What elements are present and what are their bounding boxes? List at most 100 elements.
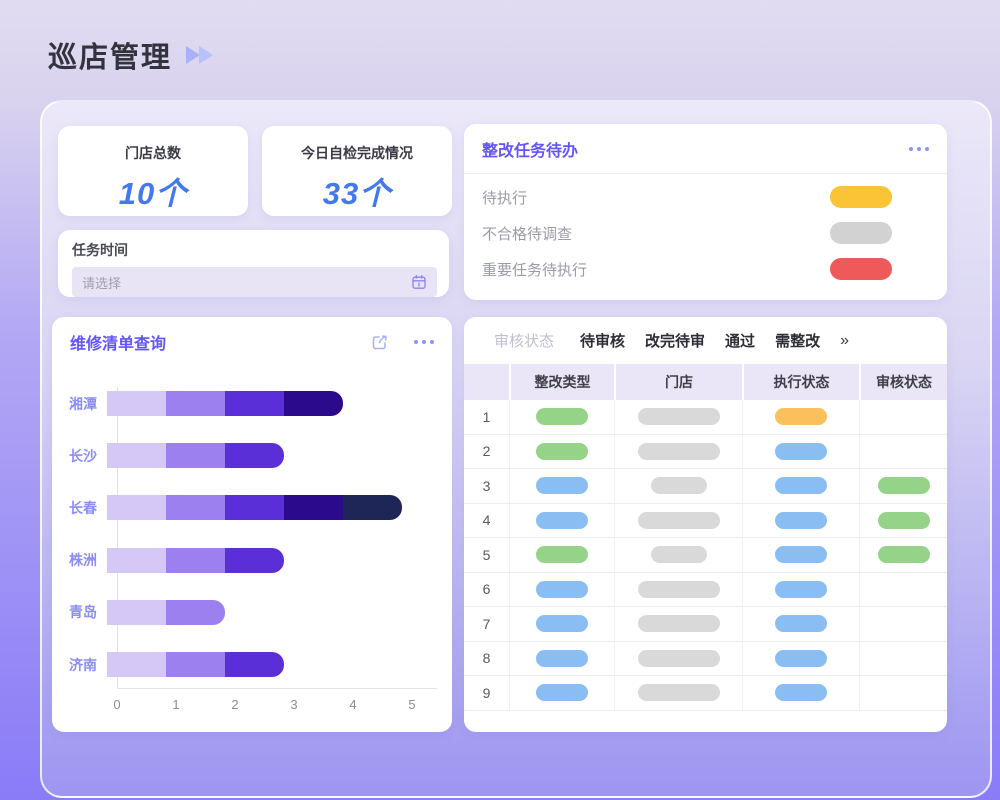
table-cell	[742, 504, 859, 538]
status-pill	[775, 650, 827, 667]
status-pill	[536, 512, 588, 529]
chart-row: 济南	[52, 652, 284, 677]
date-picker-input[interactable]: 请选择	[72, 267, 437, 297]
status-pill	[775, 443, 827, 460]
table-cell	[742, 435, 859, 469]
table-cell	[859, 400, 947, 434]
todo-item[interactable]: 不合格待调查	[464, 215, 947, 251]
review-filter-row: 审核状态 待审核改完待审通过需整改 »	[464, 317, 947, 364]
status-pill	[830, 222, 892, 244]
dashboard-page: 巡店管理 门店总数 10个 今日自检完成情况 33个 整改任务待办 待执行不合格…	[0, 0, 1000, 800]
todo-item[interactable]: 待执行	[464, 179, 947, 215]
status-pill	[638, 512, 720, 529]
ellipsis-menu-icon[interactable]	[410, 340, 434, 344]
repair-panel-title: 维修清单查询	[70, 330, 166, 354]
row-number-cell: 1	[464, 400, 509, 434]
chart-category-label: 长春	[52, 498, 107, 518]
table-cell	[859, 469, 947, 503]
table-cell	[614, 573, 742, 607]
chart-row: 青岛	[52, 600, 225, 625]
chart-bar-segment	[284, 391, 343, 416]
table-header-cell: 门店	[614, 364, 742, 400]
filter-more-chevron[interactable]: »	[840, 332, 849, 350]
table-cell	[742, 642, 859, 676]
chart-bar	[107, 495, 402, 520]
chart-bar-segment	[166, 600, 225, 625]
table-row[interactable]: 1	[464, 400, 947, 435]
chart-x-tick-label: 4	[349, 697, 356, 712]
status-pill	[830, 186, 892, 208]
chart-bar-segment	[166, 652, 225, 677]
todo-item[interactable]: 重要任务待执行	[464, 251, 947, 287]
status-pill	[775, 581, 827, 598]
filter-option[interactable]: 改完待审	[645, 330, 705, 351]
status-pill	[638, 615, 720, 632]
share-export-icon[interactable]	[370, 332, 390, 352]
status-pill	[775, 408, 827, 425]
table-cell	[509, 676, 614, 710]
table-row[interactable]: 3	[464, 469, 947, 504]
status-pill	[536, 546, 588, 563]
table-cell	[859, 573, 947, 607]
chart-x-tick-label: 1	[172, 697, 179, 712]
table-cell	[509, 607, 614, 641]
chart-bar-segment	[225, 443, 284, 468]
filter-option[interactable]: 需整改	[775, 330, 820, 351]
status-pill	[638, 581, 720, 598]
table-cell	[859, 538, 947, 572]
chart-row: 长春	[52, 495, 402, 520]
table-cell	[614, 538, 742, 572]
status-pill	[775, 615, 827, 632]
double-play-icon	[186, 46, 213, 64]
table-cell	[742, 607, 859, 641]
chart-bar-segment	[225, 652, 284, 677]
table-row[interactable]: 6	[464, 573, 947, 608]
chart-category-label: 湘潭	[52, 394, 107, 414]
chart-category-label: 株洲	[52, 550, 107, 570]
status-pill	[536, 477, 588, 494]
table-cell	[509, 642, 614, 676]
page-header: 巡店管理	[48, 34, 213, 76]
row-number-cell: 2	[464, 435, 509, 469]
table-header-cell: 审核状态	[859, 364, 947, 400]
table-cell	[859, 504, 947, 538]
status-pill	[536, 443, 588, 460]
chart-bar-segment	[107, 600, 166, 625]
task-time-card: 任务时间 请选择	[58, 230, 449, 297]
stat-label: 门店总数	[58, 143, 248, 163]
chart-bar	[107, 548, 284, 573]
table-header-cell: 整改类型	[509, 364, 614, 400]
filter-option[interactable]: 待审核	[580, 330, 625, 351]
chart-x-tick-label: 2	[231, 697, 238, 712]
table-row[interactable]: 5	[464, 538, 947, 573]
table-cell	[742, 538, 859, 572]
todo-panel: 整改任务待办 待执行不合格待调查重要任务待执行	[464, 124, 947, 300]
ellipsis-menu-icon[interactable]	[905, 147, 929, 151]
table-row[interactable]: 7	[464, 607, 947, 642]
calendar-icon	[411, 274, 427, 290]
chart-bar-segment	[107, 548, 166, 573]
table-row[interactable]: 9	[464, 676, 947, 711]
table-row[interactable]: 8	[464, 642, 947, 677]
repair-list-panel: 维修清单查询 湘潭长沙长春株洲青岛济南 012345	[52, 317, 452, 732]
stat-card-self-check: 今日自检完成情况 33个	[262, 126, 452, 216]
table-cell	[859, 607, 947, 641]
chart-row: 株洲	[52, 548, 284, 573]
chart-x-tick-label: 5	[408, 697, 415, 712]
filter-option[interactable]: 通过	[725, 330, 755, 351]
table-cell	[614, 469, 742, 503]
table-cell	[509, 573, 614, 607]
table-cell	[614, 504, 742, 538]
table-row[interactable]: 4	[464, 504, 947, 539]
chart-bar-segment	[343, 495, 402, 520]
chart-x-tick-label: 3	[290, 697, 297, 712]
stacked-bar-chart: 湘潭长沙长春株洲青岛济南 012345	[52, 387, 452, 717]
table-row[interactable]: 2	[464, 435, 947, 470]
table-cell	[859, 642, 947, 676]
table-cell	[742, 676, 859, 710]
row-number-cell: 6	[464, 573, 509, 607]
chart-row: 长沙	[52, 443, 284, 468]
table-body: 123456789	[464, 400, 947, 711]
status-pill	[651, 477, 707, 494]
table-cell	[509, 400, 614, 434]
